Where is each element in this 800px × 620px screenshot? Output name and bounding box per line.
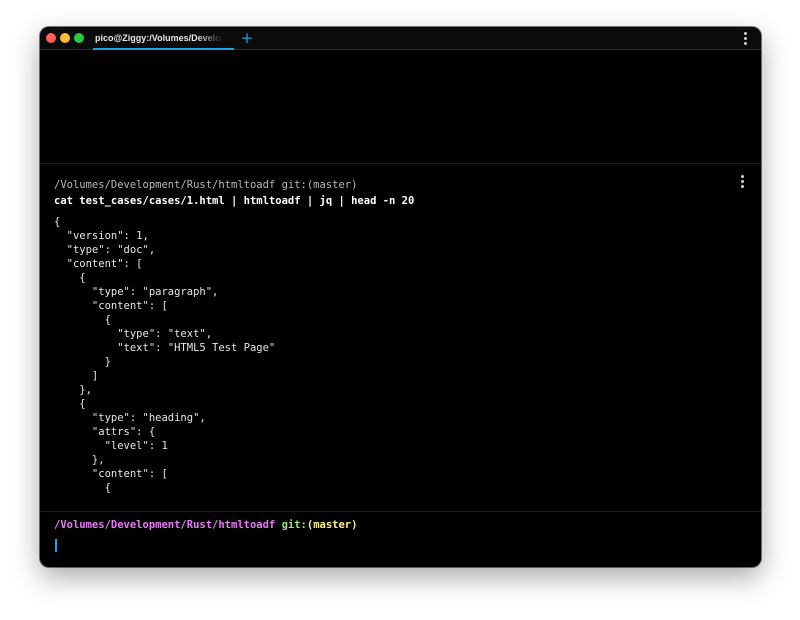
output-line: }	[54, 356, 111, 368]
more-vertical-icon[interactable]	[740, 174, 744, 190]
close-window-button[interactable]	[46, 33, 56, 43]
output-line: {	[54, 314, 111, 326]
terminal-window: pico@Ziggy:/Volumes/Development/Rust/htm…	[40, 27, 761, 567]
more-vertical-icon[interactable]	[743, 31, 747, 47]
output-line: {	[54, 216, 61, 228]
new-tab-button[interactable]: +	[240, 29, 254, 47]
tab-bar: pico@Ziggy:/Volumes/Development/Rust/htm…	[40, 27, 761, 50]
command-output: { "version": 1, "type": "doc", "content"…	[54, 215, 275, 495]
output-line: },	[54, 454, 105, 466]
output-line: "text": "HTML5 Test Page"	[54, 342, 276, 354]
output-line: "version": 1,	[54, 230, 149, 242]
output-line: {	[54, 398, 86, 410]
output-line: "content": [	[54, 300, 168, 312]
terminal-tab[interactable]: pico@Ziggy:/Volumes/Development/Rust/htm…	[93, 27, 234, 50]
output-line: "content": [	[54, 468, 168, 480]
output-line: {	[54, 272, 86, 284]
output-line: "type": "text",	[54, 328, 213, 340]
prompt-path: /Volumes/Development/Rust/htmltoadf	[54, 519, 276, 531]
text-cursor[interactable]	[55, 539, 57, 552]
output-line: "content": [	[54, 258, 143, 270]
block-divider	[40, 163, 761, 164]
minimize-window-button[interactable]	[60, 33, 70, 43]
input-divider	[40, 511, 761, 512]
prompt-line: /Volumes/Development/Rust/htmltoadf git:…	[54, 518, 357, 532]
block-command: cat test_cases/cases/1.html | htmltoadf …	[54, 195, 415, 207]
output-line: {	[54, 482, 111, 494]
output-line: ]	[54, 370, 99, 382]
output-line: },	[54, 384, 92, 396]
block-working-directory: /Volumes/Development/Rust/htmltoadf git:…	[54, 179, 358, 191]
output-line: "type": "paragraph",	[54, 286, 219, 298]
prompt-git-label: git:	[275, 519, 307, 531]
output-line: "level": 1	[54, 440, 168, 452]
tab-title: pico@Ziggy:/Volumes/Development/Rust/htm…	[95, 33, 223, 43]
output-line: "attrs": {	[54, 426, 156, 438]
maximize-window-button[interactable]	[74, 33, 84, 43]
prompt-branch: (master)	[306, 519, 358, 531]
output-line: "type": "heading",	[54, 412, 206, 424]
output-line: "type": "doc",	[54, 244, 156, 256]
